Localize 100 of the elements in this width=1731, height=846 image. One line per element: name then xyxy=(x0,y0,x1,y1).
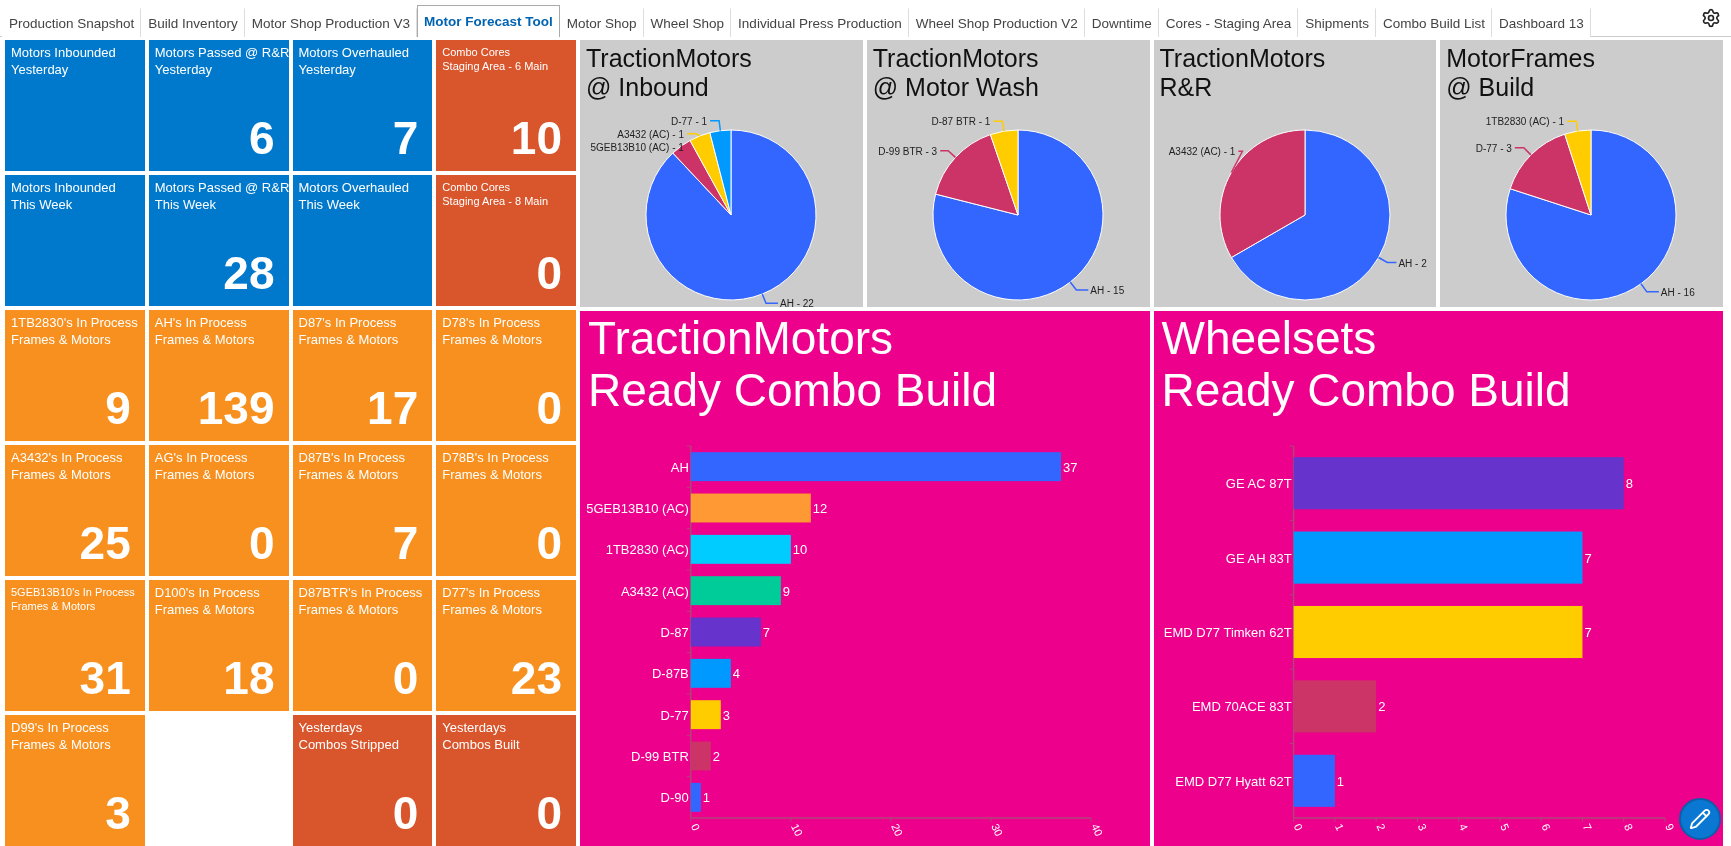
data-label: AH - 15 xyxy=(1090,284,1124,296)
tile-label: Combo Cores Staging Area - 8 Main xyxy=(442,180,549,209)
leader-line xyxy=(992,120,1005,132)
value-label: 1 xyxy=(1336,773,1344,789)
tab[interactable]: Production Snapshot xyxy=(2,8,142,37)
tile-label: D78B's In Process Frames & Motors xyxy=(442,450,549,484)
tab[interactable]: Wheel Shop xyxy=(643,8,732,37)
category-label: GE AC 87T xyxy=(1225,476,1292,492)
data-label: A3432 (AC) - 1 xyxy=(617,128,685,140)
tile-label: Yesterdays Combos Stripped xyxy=(298,720,399,754)
value-label: 2 xyxy=(1377,699,1385,715)
tab[interactable]: Dashboard 13 xyxy=(1492,8,1591,37)
tile-label: D87B's In Process Frames & Motors xyxy=(298,450,406,484)
tile-label: D77's In Process Frames & Motors xyxy=(442,585,542,619)
tile-value: 9 xyxy=(105,385,132,431)
tile-label: AG's In Process Frames & Motors xyxy=(154,450,255,484)
tick-label: 8 xyxy=(1621,821,1635,833)
leader-line xyxy=(709,120,722,132)
tile-value: 10 xyxy=(510,115,563,161)
tab[interactable]: Downtime xyxy=(1084,8,1159,37)
value-label: 7 xyxy=(1583,625,1592,640)
tab[interactable]: Combo Build List xyxy=(1375,8,1493,37)
value-label: 10 xyxy=(792,542,808,558)
tile-value: 25 xyxy=(79,520,132,566)
leader-line xyxy=(686,133,701,137)
value-label: 7 xyxy=(1583,550,1592,566)
category-label: 5GEB13B10 (AC) xyxy=(586,501,689,516)
tile-label: Combo Cores Staging Area - 6 Main xyxy=(442,45,549,74)
settings-icon xyxy=(1701,8,1721,28)
category-label: D-87 xyxy=(660,625,689,640)
tab[interactable]: Shipments xyxy=(1298,8,1376,37)
tile-label: AH's In Process Frames & Motors xyxy=(154,315,255,349)
tile-value: 0 xyxy=(248,520,276,566)
tile-value: 23 xyxy=(510,655,563,701)
value-label: 1 xyxy=(702,790,711,806)
tick-label: 7 xyxy=(1580,821,1594,833)
leader-line xyxy=(1069,281,1089,291)
value-label: 7 xyxy=(762,625,771,640)
leader-line xyxy=(1377,256,1397,264)
tile-value: 0 xyxy=(536,250,563,296)
chart-title: MotorFrames @ Build xyxy=(1445,43,1596,102)
category-label: D-99 BTR xyxy=(631,749,689,764)
data-label: D-99 BTR - 3 xyxy=(878,145,937,157)
tab[interactable]: Motor Shop Production V3 xyxy=(244,8,417,37)
category-label: D-90 xyxy=(660,790,689,806)
tile-value: 139 xyxy=(197,385,276,431)
leader-line xyxy=(1640,283,1660,293)
category-label: EMD 70ACE 83T xyxy=(1191,699,1292,715)
tile-value: 0 xyxy=(536,385,563,431)
data-label: D-77 - 1 xyxy=(670,115,708,127)
category-label: 1TB2830 (AC) xyxy=(605,542,689,558)
data-label: 5GEB13B10 (AC) - 1 xyxy=(590,141,684,153)
tick-label: 4 xyxy=(1456,821,1470,833)
data-label: AH - 22 xyxy=(779,298,814,307)
tick-label: 0 xyxy=(1291,821,1305,833)
tick-label: 1 xyxy=(1332,821,1346,833)
tile-value: 0 xyxy=(536,520,563,566)
leader-line xyxy=(761,293,779,305)
value-label: 8 xyxy=(1625,476,1633,492)
category-label: AH xyxy=(670,459,689,475)
tab[interactable]: Individual Press Production xyxy=(731,8,909,37)
chart-title: TractionMotors R&R xyxy=(1158,43,1327,102)
tab[interactable]: Motor Shop xyxy=(559,8,644,37)
tile-label: Motors Overhauled This Week xyxy=(298,180,410,214)
chart-title: TractionMotors Ready Combo Build xyxy=(587,311,999,417)
tab[interactable]: Wheel Shop Production V2 xyxy=(908,8,1085,37)
tick-label: 3 xyxy=(1415,821,1429,833)
category-label: GE AH 83T xyxy=(1225,550,1292,566)
tick-label: 40 xyxy=(1089,821,1106,838)
tick-label: 10 xyxy=(789,821,806,838)
leader-line xyxy=(1566,120,1579,132)
data-label: D-87 BTR - 1 xyxy=(931,116,991,128)
data-label: AH - 2 xyxy=(1397,257,1427,269)
tab[interactable]: Motor Forecast Tool xyxy=(417,5,560,37)
tick-label: 5 xyxy=(1497,821,1512,833)
category-label: D-77 xyxy=(660,707,689,723)
tile-value: 0 xyxy=(392,790,420,836)
tile-value: 6 xyxy=(248,115,276,161)
tile-value: 7 xyxy=(392,115,420,161)
chart-title: TractionMotors @ Inbound xyxy=(585,43,753,102)
tile-value: 31 xyxy=(79,655,132,701)
value-label: 2 xyxy=(712,749,721,764)
tab[interactable]: Build Inventory xyxy=(141,8,245,37)
data-label: 1TB2830 (AC) - 1 xyxy=(1486,116,1565,128)
category-label: A3432 (AC) xyxy=(620,583,689,599)
tick-label: 30 xyxy=(989,821,1006,838)
tile-value: 17 xyxy=(367,385,420,431)
value-label: 12 xyxy=(812,501,828,516)
tile-label: D87BTR's In Process Frames & Motors xyxy=(298,585,423,619)
value-label: 4 xyxy=(732,666,741,682)
tile-label: D87's In Process Frames & Motors xyxy=(298,315,399,349)
tile-label: Motors Inbounded Yesterday xyxy=(11,45,116,79)
tab[interactable]: Cores - Staging Area xyxy=(1158,8,1299,37)
tile-value: 7 xyxy=(392,520,420,566)
tile-value: 0 xyxy=(536,790,563,836)
tile-label: Motors Passed @ R&R Yesterday xyxy=(154,45,290,79)
tile-value: 3 xyxy=(105,790,132,836)
value-label: 9 xyxy=(782,583,791,599)
tile-label: Motors Overhauled Yesterday xyxy=(298,45,410,79)
tick-label: 2 xyxy=(1373,821,1388,833)
